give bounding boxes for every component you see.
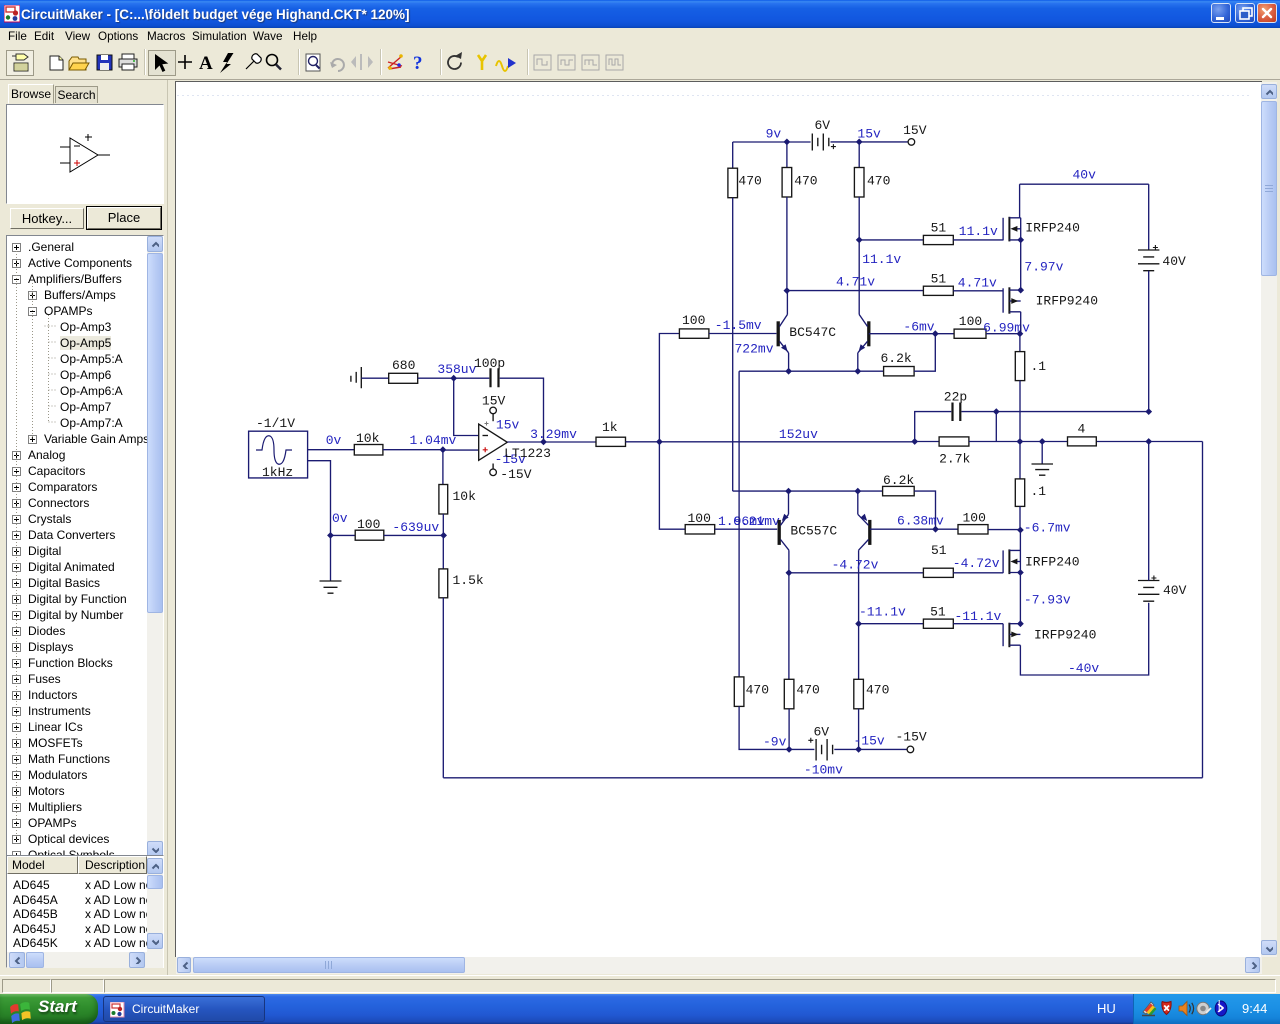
svg-text:4.71v: 4.71v xyxy=(958,276,997,291)
svg-text:-6.7mv: -6.7mv xyxy=(1024,521,1071,536)
svg-text:-9v: -9v xyxy=(763,735,787,750)
svg-text:470: 470 xyxy=(738,174,761,189)
svg-text:100: 100 xyxy=(688,511,711,526)
svg-text:470: 470 xyxy=(867,174,890,189)
svg-text:IRFP9240: IRFP9240 xyxy=(1036,294,1098,309)
svg-text:470: 470 xyxy=(866,683,889,698)
svg-text:22p: 22p xyxy=(944,390,967,405)
svg-text:51: 51 xyxy=(930,605,946,620)
svg-text:-1.5mv: -1.5mv xyxy=(715,318,762,333)
svg-text:40v: 40v xyxy=(1073,168,1097,183)
svg-text:6.2k: 6.2k xyxy=(883,473,914,488)
svg-text:-11.1v: -11.1v xyxy=(859,605,906,620)
svg-text:4: 4 xyxy=(1078,422,1086,437)
svg-text:-7.93v: -7.93v xyxy=(1024,593,1071,608)
svg-text:10k: 10k xyxy=(453,489,477,504)
svg-text:100: 100 xyxy=(357,517,380,532)
svg-text:51: 51 xyxy=(931,272,947,287)
svg-text:LT1223: LT1223 xyxy=(504,446,551,461)
svg-text:-4.72v: -4.72v xyxy=(953,556,1000,571)
svg-text:-15v: -15v xyxy=(854,734,885,749)
svg-text:-639uv: -639uv xyxy=(392,520,439,535)
svg-text:15V: 15V xyxy=(482,394,506,409)
svg-text:0v: 0v xyxy=(326,433,342,448)
svg-text:15v: 15v xyxy=(857,127,881,142)
svg-text:40V: 40V xyxy=(1163,583,1187,598)
svg-text:A: A xyxy=(199,53,213,74)
svg-text:BC547C: BC547C xyxy=(789,325,836,340)
svg-text:7.97v: 7.97v xyxy=(1024,260,1063,275)
svg-text:2.7k: 2.7k xyxy=(939,452,970,467)
svg-text:6.99mv: 6.99mv xyxy=(983,321,1030,336)
svg-text:100p: 100p xyxy=(474,356,505,371)
svg-text:11.1v: 11.1v xyxy=(862,252,901,267)
svg-text:.1: .1 xyxy=(1031,359,1047,374)
svg-text:4.71v: 4.71v xyxy=(836,275,875,290)
svg-text:358uv: 358uv xyxy=(437,362,476,377)
svg-text:1.04mv: 1.04mv xyxy=(410,433,457,448)
svg-text:11.1v: 11.1v xyxy=(959,224,998,239)
svg-text:51: 51 xyxy=(931,543,947,558)
svg-text:10k: 10k xyxy=(356,431,380,446)
svg-text:-15V: -15V xyxy=(896,730,927,745)
svg-text:IRFP240: IRFP240 xyxy=(1025,555,1080,570)
svg-text:15v: 15v xyxy=(496,418,520,433)
svg-text:.1: .1 xyxy=(1031,484,1047,499)
svg-text:6.21mv: 6.21mv xyxy=(733,514,780,529)
svg-text:100: 100 xyxy=(682,313,705,328)
svg-text:IRFP9240: IRFP9240 xyxy=(1034,628,1096,643)
svg-text:1kHz: 1kHz xyxy=(262,465,293,480)
svg-text:470: 470 xyxy=(746,683,769,698)
svg-text:6.38mv: 6.38mv xyxy=(897,514,944,529)
svg-text:3.29mv: 3.29mv xyxy=(530,427,577,442)
svg-text:680: 680 xyxy=(392,358,415,373)
svg-text:BC557C: BC557C xyxy=(790,524,837,539)
svg-text:0v: 0v xyxy=(332,511,348,526)
svg-text:1.5k: 1.5k xyxy=(453,573,484,588)
svg-text:-40v: -40v xyxy=(1068,661,1099,676)
svg-text:?: ? xyxy=(413,53,423,74)
svg-text:470: 470 xyxy=(794,174,817,189)
svg-text:6V: 6V xyxy=(814,725,830,740)
svg-text:-15V: -15V xyxy=(500,467,531,482)
svg-text:-4.72v: -4.72v xyxy=(832,558,879,573)
svg-text:470: 470 xyxy=(796,683,819,698)
svg-text:-11.1v: -11.1v xyxy=(955,609,1002,624)
svg-text:100: 100 xyxy=(959,314,982,329)
svg-text:51: 51 xyxy=(931,221,947,236)
svg-text:-6mv: -6mv xyxy=(903,320,934,335)
svg-text:-1/1V: -1/1V xyxy=(256,416,295,431)
svg-text:6V: 6V xyxy=(815,118,831,133)
svg-text:6.2k: 6.2k xyxy=(881,351,912,366)
svg-text:15V: 15V xyxy=(903,123,927,138)
svg-text:722mv: 722mv xyxy=(735,342,774,357)
svg-text:100: 100 xyxy=(963,511,986,526)
svg-text:9v: 9v xyxy=(766,127,782,142)
svg-text:1k: 1k xyxy=(602,420,618,435)
svg-text:152uv: 152uv xyxy=(779,427,818,442)
svg-text:-10mv: -10mv xyxy=(804,763,843,778)
svg-text:IRFP240: IRFP240 xyxy=(1025,221,1080,236)
svg-text:40V: 40V xyxy=(1162,254,1186,269)
